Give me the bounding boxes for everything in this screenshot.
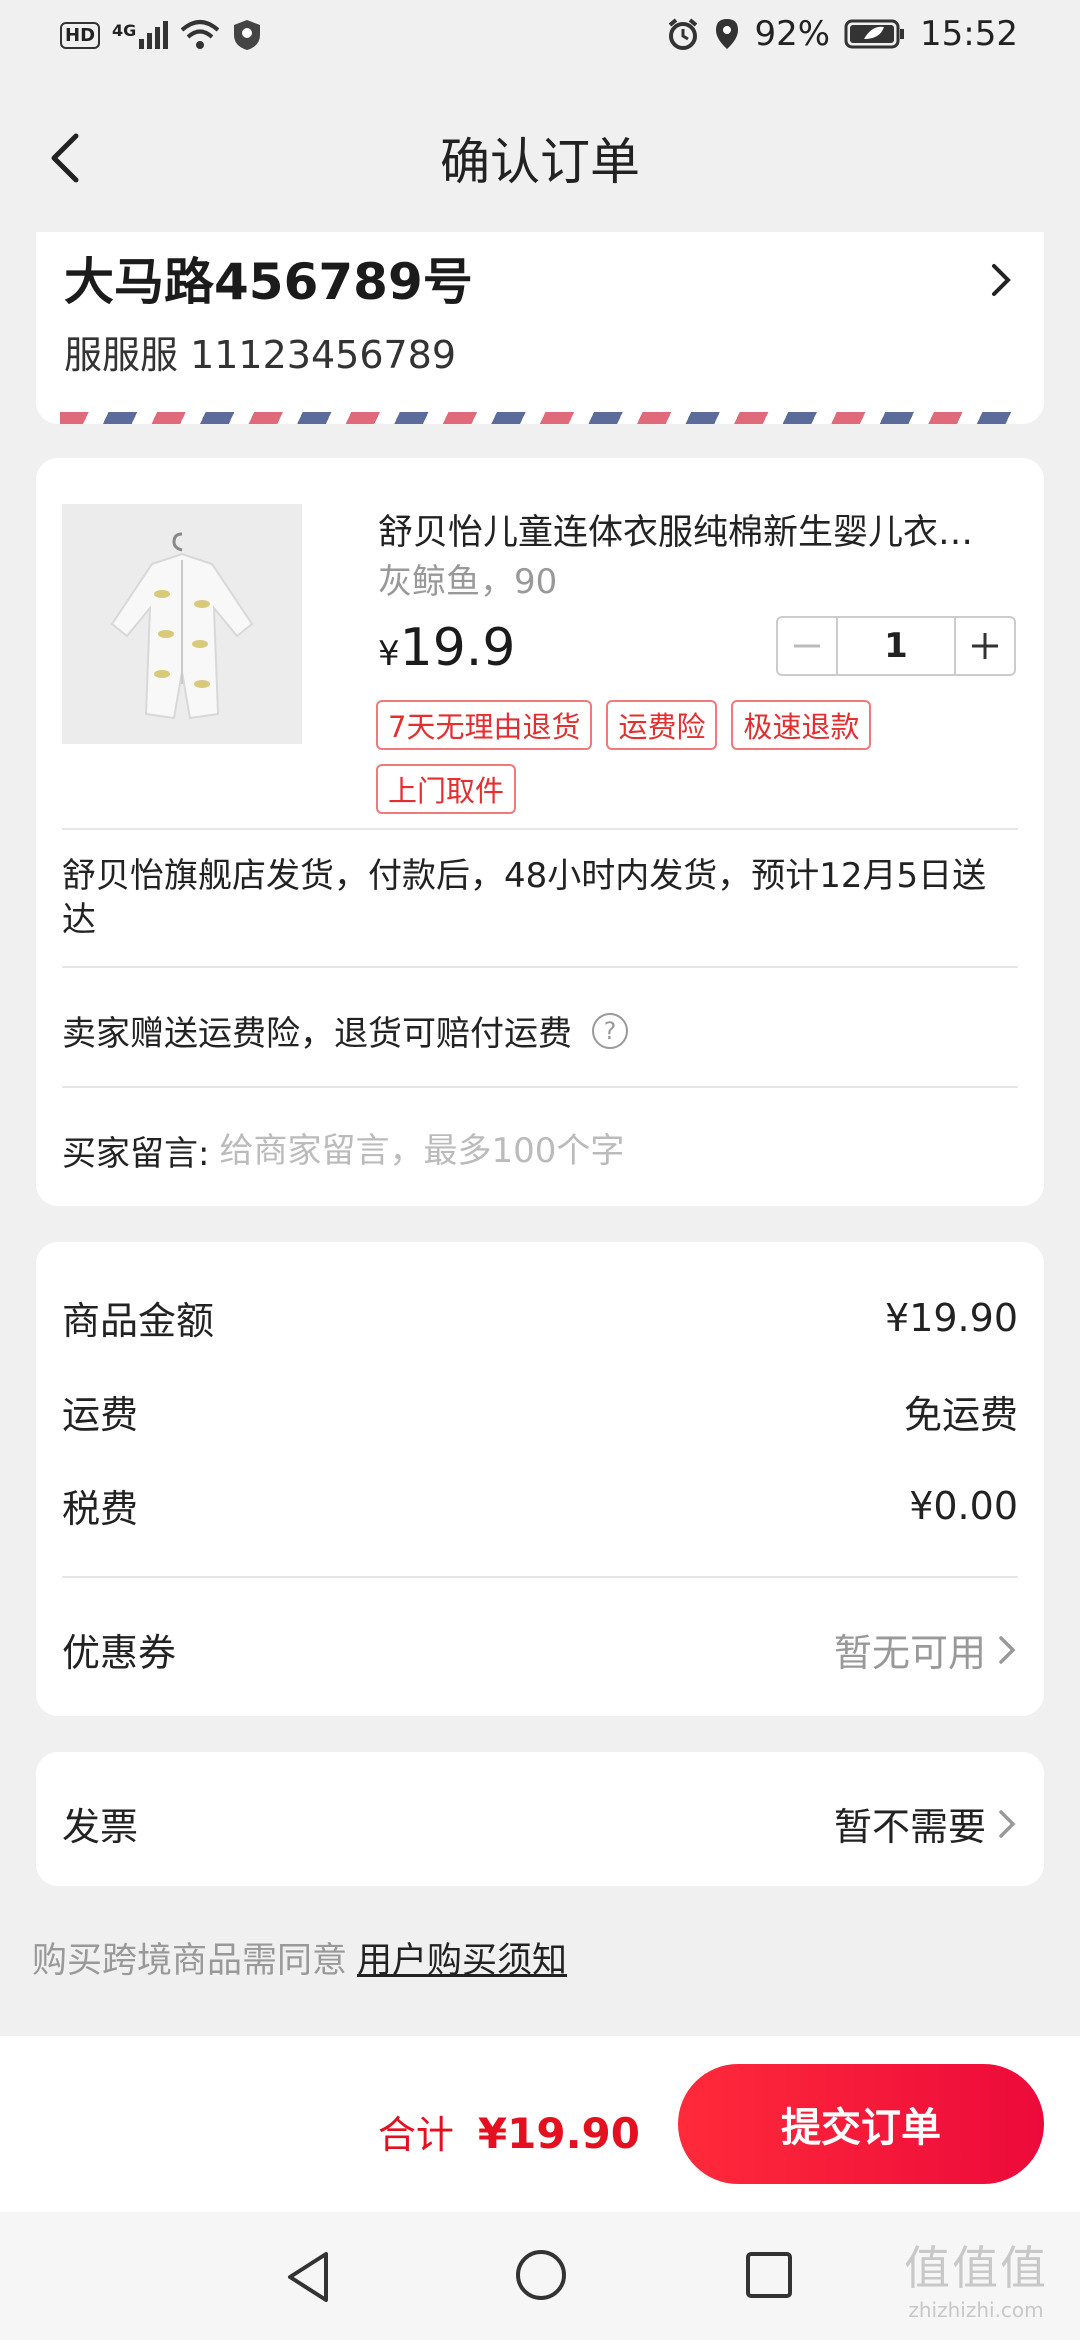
airmail-border	[60, 412, 1020, 424]
buyer-message-input[interactable]	[219, 1126, 1012, 1175]
nav-bar: 确认订单	[0, 100, 1080, 210]
address-recipient: 服服服 11123456789	[64, 333, 457, 377]
total-label: 合计	[377, 2113, 454, 2157]
decrease-button[interactable]	[778, 618, 836, 674]
product-image[interactable]	[62, 504, 302, 744]
watermark-url: zhizhizhi.com	[908, 2298, 1044, 2322]
watermark: 值值值 zhizhizhi.com	[904, 2232, 1048, 2322]
insurance-row: 卖家赠送运费险，退货可赔付运费 ?	[62, 1006, 628, 1055]
invoice-value: 暂不需要	[833, 1805, 986, 1849]
watermark-brand: 值值值	[904, 2241, 1048, 2295]
invoice-label: 发票	[62, 1805, 139, 1849]
baby-romper-image	[110, 532, 254, 720]
checkout-bar: 合计 ¥19.90 提交订单	[0, 2036, 1080, 2212]
product-price: ¥19.9	[378, 618, 515, 678]
invoice-value-wrap: 暂不需要	[834, 1796, 1018, 1851]
agreement-text: 购买跨境商品需同意	[32, 1941, 348, 1981]
price-value: 19.9	[399, 618, 516, 678]
divider	[62, 828, 1018, 830]
hd-indicator: HD	[60, 21, 101, 49]
divider	[62, 966, 1018, 968]
service-tags: 7天无理由退货 运费险 极速退款 上门取件	[376, 700, 1016, 814]
coupon-label: 优惠券	[62, 1631, 177, 1675]
divider	[62, 1576, 1018, 1578]
coupon-value: 暂无可用	[833, 1631, 986, 1675]
status-bar: HD 4G 92% 15:52	[0, 0, 1080, 76]
goods-amount-label: 商品金额	[62, 1299, 215, 1343]
goods-amount-row: 商品金额 ¥19.90	[62, 1290, 1018, 1345]
help-icon[interactable]: ?	[592, 1012, 628, 1049]
battery-icon	[844, 19, 905, 49]
signal-icon: 4G	[112, 21, 169, 49]
shipping-fee-row: 运费 免运费	[62, 1384, 1018, 1439]
submit-order-button[interactable]: 提交订单	[678, 2064, 1044, 2184]
invoice-card[interactable]: 发票 暂不需要	[36, 1752, 1044, 1886]
increase-button[interactable]	[956, 618, 1014, 674]
nav-back-icon[interactable]	[284, 2250, 334, 2304]
purchase-terms-link[interactable]: 用户购买须知	[357, 1941, 567, 1981]
network-type: 4G	[112, 21, 137, 40]
buyer-message-row: 买家留言:	[62, 1126, 1012, 1175]
tax-row: 税费 ¥0.00	[62, 1478, 1018, 1533]
agreement-notice: 购买跨境商品需同意 用户购买须知	[32, 1932, 567, 1983]
clock: 15:52	[920, 14, 1018, 54]
plus-icon	[972, 633, 998, 659]
address-street: 大马路456789号	[64, 253, 473, 311]
chevron-right-icon	[999, 1635, 1016, 1664]
shield-icon	[234, 20, 261, 50]
system-nav-bar: 值值值 zhizhizhi.com	[0, 2212, 1080, 2340]
battery-percent: 92%	[754, 14, 831, 54]
coupon-row[interactable]: 优惠券 暂无可用	[62, 1622, 1018, 1677]
nav-home-icon[interactable]	[514, 2248, 568, 2302]
divider	[62, 1086, 1018, 1088]
chevron-right-icon	[992, 264, 1011, 296]
shipping-fee-label: 运费	[62, 1393, 139, 1437]
tax-label: 税费	[62, 1487, 139, 1531]
nav-recents-icon[interactable]	[744, 2250, 794, 2300]
product-spec: 灰鲸鱼，90	[378, 562, 558, 602]
chevron-right-icon	[999, 1809, 1016, 1838]
tag-shipping-insurance: 运费险	[606, 700, 718, 750]
total-value: ¥19.90	[477, 2109, 640, 2158]
page-title: 确认订单	[440, 133, 640, 191]
alarm-icon	[669, 18, 698, 50]
goods-amount-value: ¥19.90	[885, 1295, 1018, 1340]
tag-pickup: 上门取件	[376, 764, 517, 814]
shipping-fee-value: 免运费	[903, 1393, 1018, 1437]
minus-icon	[794, 644, 820, 648]
price-summary-card: 商品金额 ¥19.90 运费 免运费 税费 ¥0.00 优惠券 暂无可用	[36, 1242, 1044, 1716]
buyer-message-label: 买家留言:	[62, 1134, 210, 1174]
coupon-value-wrap: 暂无可用	[834, 1622, 1018, 1677]
insurance-note: 卖家赠送运费险，退货可赔付运费	[62, 1014, 572, 1054]
tax-value: ¥0.00	[909, 1483, 1018, 1528]
quantity-value[interactable]: 1	[836, 618, 956, 674]
product-name[interactable]: 舒贝怡儿童连体衣服纯棉新生婴儿衣…	[378, 504, 1018, 555]
order-total: 合计 ¥19.90	[378, 2104, 640, 2159]
tag-fast-refund: 极速退款	[731, 700, 872, 750]
address-card[interactable]: 大马路456789号 服服服 11123456789	[36, 232, 1044, 424]
product-card: 舒贝怡儿童连体衣服纯棉新生婴儿衣… 灰鲸鱼，90 ¥19.9 1 7天无理由退货…	[36, 458, 1044, 1206]
invoice-row: 发票 暂不需要	[62, 1796, 1018, 1851]
location-icon	[716, 19, 739, 49]
tag-return: 7天无理由退货	[376, 700, 593, 750]
quantity-stepper: 1	[776, 616, 1016, 676]
wifi-icon	[180, 20, 220, 49]
shipping-info: 舒贝怡旗舰店发货，付款后，48小时内发货，预计12月5日送达	[62, 856, 987, 940]
currency-symbol: ¥	[378, 634, 400, 674]
